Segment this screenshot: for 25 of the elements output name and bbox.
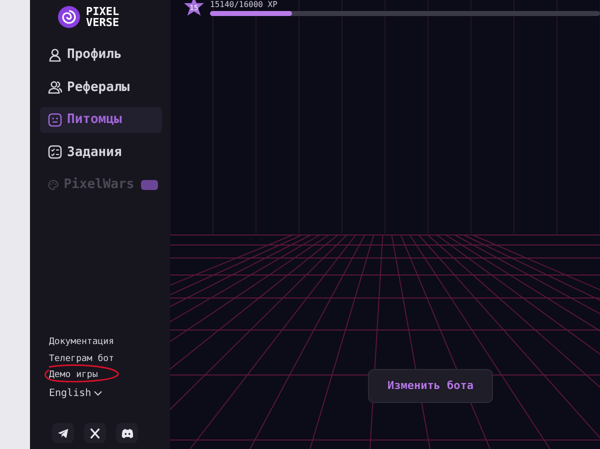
telegram-plane-icon [56,426,70,440]
palette-icon [48,178,59,192]
xp-reading: 15140/16000 XP [210,0,278,9]
footer-link[interactable]: Демо игры [49,369,98,382]
change-bot-button[interactable]: Изменить бота [368,369,493,403]
social-link-button[interactable] [116,423,138,443]
sidebar-nav-item[interactable]: Питомцы [40,107,162,132]
social-link-button[interactable] [84,423,106,443]
checklist-square-icon [48,145,62,160]
brand-logo-text: PIXEL VERSE [86,6,120,28]
language-selector[interactable]: English [49,386,102,400]
sidebar-nav-item[interactable]: Рефералы [40,74,162,100]
discord-icon [120,426,134,440]
galaxy-logo-icon [58,6,80,28]
people-icon [48,80,62,94]
chevron-down-icon [94,390,102,396]
sidebar-nav-item[interactable]: Задания [40,140,162,165]
footer-link[interactable]: Документация [49,336,114,350]
footer-link[interactable]: Телеграм бот [49,352,114,366]
social-link-button[interactable] [52,423,74,443]
x-logo-icon [88,426,102,440]
tag-pill [141,180,158,190]
person-icon [48,48,62,62]
sidebar-nav-item[interactable]: Профиль [40,42,162,68]
face-square-icon [48,112,62,127]
